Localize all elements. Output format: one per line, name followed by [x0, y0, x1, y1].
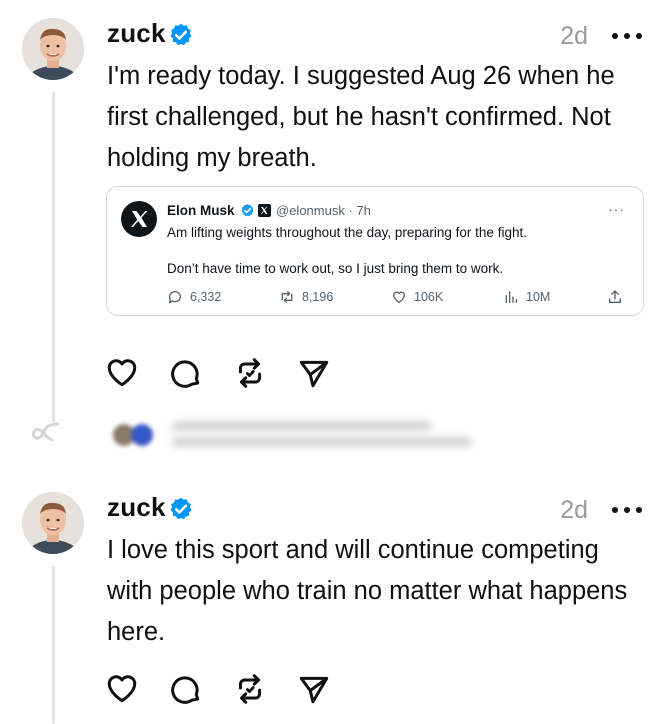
post-1: zuck 2d I'm ready today. I suggested Aug…: [0, 0, 672, 480]
repost-icon[interactable]: [233, 356, 267, 390]
repost-count[interactable]: 8,196: [279, 289, 333, 305]
quoted-text-line-2: Don’t have time to work out, so I just b…: [167, 261, 504, 276]
like-count-value: 106K: [414, 290, 444, 304]
verified-icon: [241, 203, 254, 217]
view-count-value: 10M: [526, 290, 551, 304]
repost-count-value: 8,196: [302, 290, 334, 304]
like-icon: [392, 291, 406, 304]
share-icon[interactable]: [297, 356, 331, 390]
post-text: I love this sport and will continue comp…: [107, 536, 628, 646]
x-logo-icon: [121, 201, 157, 237]
verified-icon: [170, 23, 192, 46]
verified-icon: [170, 497, 192, 520]
blurred-avatars: [108, 422, 158, 448]
quoted-post-card[interactable]: Elon Musk @elonmusk · 7h ··· Am lifting …: [106, 186, 644, 316]
more-icon[interactable]: [612, 500, 650, 520]
quoted-handle: @elonmusk · 7h: [276, 203, 371, 218]
more-icon[interactable]: [612, 26, 650, 46]
reply-icon: [168, 291, 181, 304]
post-text: I'm ready today. I suggested Aug 26 when…: [107, 62, 615, 172]
post-actions: [105, 356, 331, 390]
reply-count-value: 6,332: [190, 290, 222, 304]
thread-line: [52, 92, 55, 422]
repost-icon[interactable]: [233, 672, 267, 706]
timestamp: 2d: [560, 22, 588, 50]
comment-icon[interactable]: [169, 356, 203, 390]
loop-icon: [32, 422, 60, 442]
x-affiliate-icon: [258, 204, 271, 217]
heart-icon[interactable]: [105, 672, 139, 706]
quoted-author-name[interactable]: Elon Musk: [167, 203, 235, 218]
view-count[interactable]: 10M: [503, 289, 550, 305]
comment-icon[interactable]: [169, 672, 203, 706]
post-actions: [105, 672, 331, 706]
thread-line: [52, 566, 55, 724]
blurred-reply-text: [172, 422, 492, 454]
username[interactable]: zuck: [107, 492, 166, 523]
avatar[interactable]: [22, 492, 84, 554]
retweet-icon: [281, 291, 293, 303]
reply-count[interactable]: 6,332: [167, 289, 221, 305]
heart-icon[interactable]: [105, 356, 139, 390]
views-icon: [505, 291, 517, 303]
like-count[interactable]: 106K: [391, 289, 443, 305]
share-icon[interactable]: [607, 289, 623, 305]
quoted-text-line-1: Am lifting weights throughout the day, p…: [167, 225, 527, 240]
username[interactable]: zuck: [107, 18, 166, 49]
timestamp: 2d: [560, 496, 588, 524]
card-more-icon[interactable]: ···: [608, 201, 625, 217]
avatar[interactable]: [22, 18, 84, 80]
post-2: zuck 2d I love this sport and will conti…: [0, 480, 672, 724]
share-icon[interactable]: [297, 672, 331, 706]
reply-preview-row[interactable]: [0, 408, 672, 468]
